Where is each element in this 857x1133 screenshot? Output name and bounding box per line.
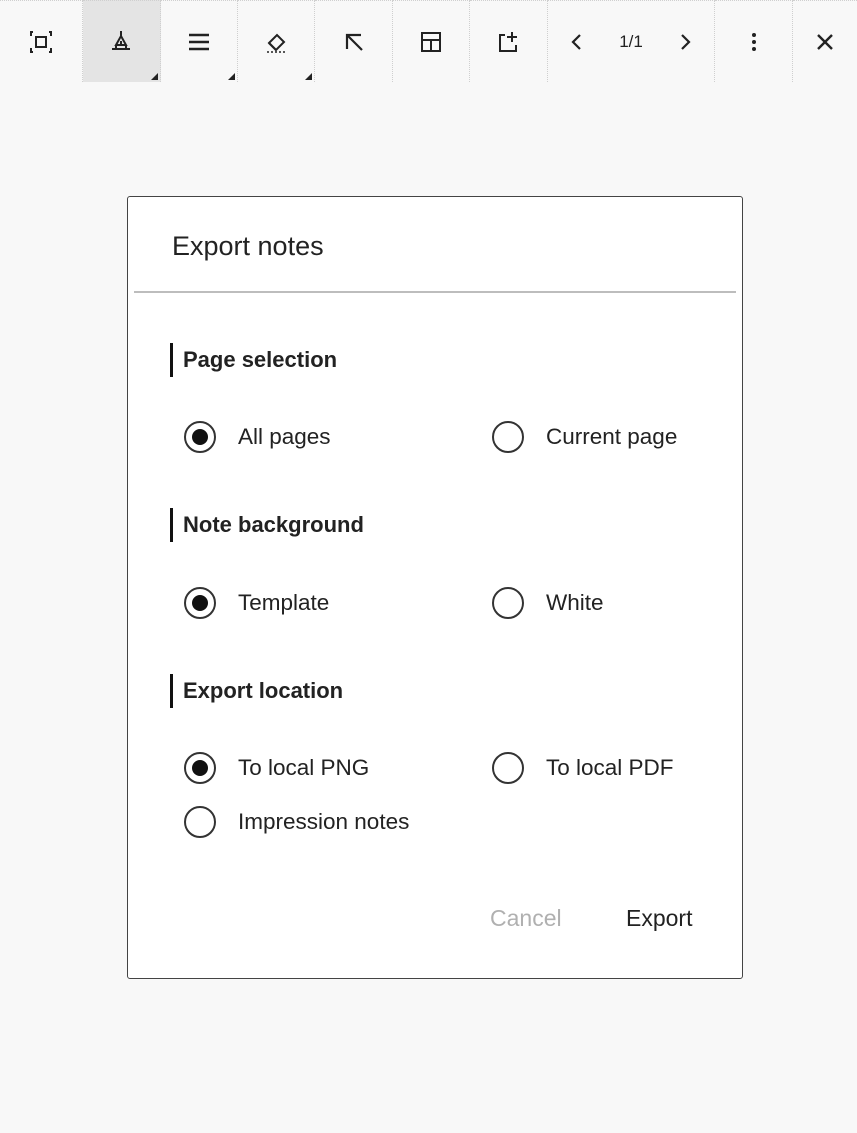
radio-button[interactable] bbox=[492, 421, 524, 453]
add-page-button[interactable] bbox=[469, 0, 548, 82]
line-width-icon bbox=[189, 33, 210, 50]
eraser-button[interactable] bbox=[238, 0, 316, 82]
line-width-button[interactable] bbox=[160, 0, 239, 82]
close-button[interactable] bbox=[793, 0, 857, 82]
radio-button[interactable] bbox=[184, 806, 216, 838]
export-notes-dialog: Export notes Page selection All pages Cu… bbox=[127, 196, 743, 979]
cancel-button[interactable]: Cancel bbox=[490, 905, 562, 932]
chevron-left-icon bbox=[571, 33, 581, 50]
option-label: Current page bbox=[546, 424, 678, 449]
layout-button[interactable] bbox=[393, 0, 470, 82]
section-label: Page selection bbox=[183, 347, 338, 372]
option-label: Template bbox=[238, 590, 330, 615]
option-label: To local PDF bbox=[546, 755, 674, 780]
option-label: To local PNG bbox=[238, 755, 370, 780]
fullscreen-button[interactable] bbox=[0, 0, 83, 82]
select-button[interactable] bbox=[315, 0, 394, 82]
section-marker bbox=[170, 674, 173, 708]
next-page-button[interactable] bbox=[672, 29, 698, 55]
option-to-local-png[interactable]: To local PNG bbox=[184, 752, 369, 784]
section-label: Export location bbox=[183, 678, 344, 703]
option-template[interactable]: Template bbox=[184, 587, 329, 619]
radio-button[interactable] bbox=[492, 587, 524, 619]
option-impression-notes[interactable]: Impression notes bbox=[184, 806, 409, 838]
option-all-pages[interactable]: All pages bbox=[184, 421, 331, 453]
option-label: All pages bbox=[238, 424, 331, 449]
layout-icon bbox=[420, 31, 441, 52]
more-button[interactable] bbox=[715, 0, 794, 82]
section-export-location: Export location bbox=[170, 674, 343, 708]
radio-button-checked[interactable] bbox=[184, 587, 216, 619]
section-label: Note background bbox=[183, 512, 364, 537]
more-vertical-icon bbox=[751, 32, 756, 51]
page-indicator: 1/1 bbox=[619, 31, 643, 51]
option-to-local-pdf[interactable]: To local PDF bbox=[492, 752, 674, 784]
export-button[interactable]: Export bbox=[626, 905, 692, 932]
pen-icon bbox=[112, 30, 131, 50]
dialog-divider bbox=[134, 291, 736, 293]
arrow-up-left-icon bbox=[345, 33, 363, 51]
option-label: Impression notes bbox=[238, 809, 410, 834]
page-navigator: 1/1 bbox=[547, 0, 716, 82]
section-marker bbox=[170, 343, 173, 377]
fullscreen-icon bbox=[29, 30, 52, 53]
close-icon bbox=[817, 33, 833, 50]
add-page-icon bbox=[499, 31, 518, 52]
option-white[interactable]: White bbox=[492, 587, 604, 619]
toolbar: 1/1 bbox=[0, 0, 857, 82]
radio-button[interactable] bbox=[492, 752, 524, 784]
option-label: White bbox=[546, 590, 604, 615]
section-page-selection: Page selection bbox=[170, 343, 337, 377]
chevron-right-icon bbox=[681, 33, 691, 50]
radio-button-checked[interactable] bbox=[184, 421, 216, 453]
pen-button[interactable] bbox=[82, 0, 161, 82]
radio-button-checked[interactable] bbox=[184, 752, 216, 784]
dialog-title: Export notes bbox=[172, 231, 324, 261]
section-marker bbox=[170, 508, 173, 542]
option-current-page[interactable]: Current page bbox=[492, 421, 677, 453]
section-note-background: Note background bbox=[170, 508, 364, 542]
prev-page-button[interactable] bbox=[564, 29, 590, 55]
eraser-icon bbox=[267, 33, 286, 53]
